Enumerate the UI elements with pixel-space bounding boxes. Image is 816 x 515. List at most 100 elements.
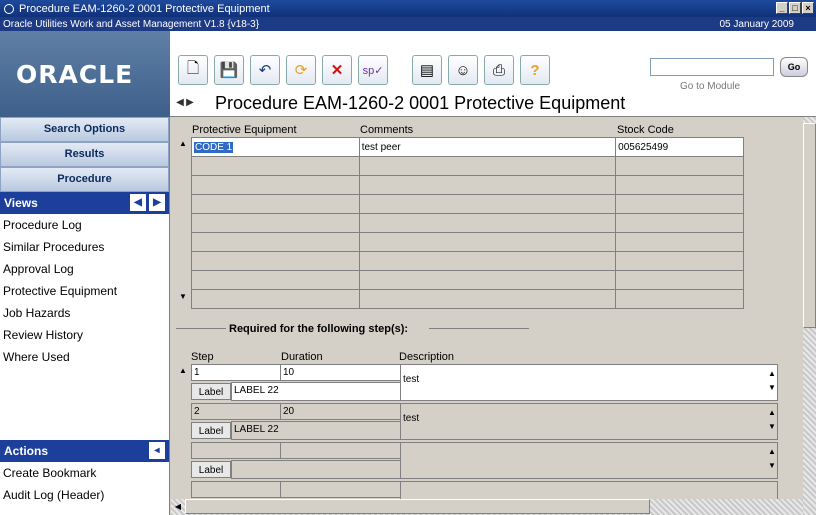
action-create-bookmark[interactable]: Create Bookmark bbox=[0, 462, 169, 484]
label-field[interactable]: LABEL 22 bbox=[231, 382, 401, 401]
table-row[interactable] bbox=[191, 213, 744, 233]
search-options-button[interactable]: Search Options bbox=[0, 117, 169, 142]
stock-code-cell[interactable] bbox=[615, 213, 744, 233]
duration-field[interactable]: 20 bbox=[280, 403, 401, 420]
views-next-icon[interactable]: ▶ bbox=[149, 194, 165, 211]
equipment-cell[interactable] bbox=[191, 175, 360, 195]
label-button[interactable]: Label bbox=[191, 461, 231, 478]
scroll-down-icon[interactable]: ▼ bbox=[765, 459, 779, 473]
scroll-thumb[interactable] bbox=[185, 499, 650, 514]
description-scrollbar[interactable]: ▲ ▼ bbox=[765, 406, 779, 438]
comments-cell[interactable] bbox=[358, 270, 617, 290]
step-field[interactable]: 2 bbox=[191, 403, 281, 420]
comments-cell[interactable] bbox=[358, 175, 617, 195]
table-row[interactable] bbox=[191, 194, 744, 214]
description-field[interactable]: test bbox=[400, 364, 778, 401]
view-approval-log[interactable]: Approval Log bbox=[0, 258, 169, 280]
next-record-icon[interactable]: ▶ bbox=[185, 97, 195, 108]
description-scrollbar[interactable]: ▲ ▼ bbox=[765, 367, 779, 399]
help-icon[interactable]: ? bbox=[520, 55, 550, 85]
step-field[interactable]: 1 bbox=[191, 364, 281, 381]
description-scrollbar[interactable]: ▲ ▼ bbox=[765, 445, 779, 477]
label-button[interactable]: Label bbox=[191, 383, 231, 400]
step-field[interactable] bbox=[191, 481, 281, 498]
main-vertical-scrollbar[interactable] bbox=[803, 117, 816, 515]
table-row[interactable]: CODE 1 test peer 005625499 bbox=[191, 137, 744, 157]
table-row[interactable] bbox=[191, 175, 744, 195]
spell-check-icon[interactable]: sp✓ bbox=[358, 55, 388, 85]
equipment-cell[interactable] bbox=[191, 232, 360, 252]
results-button[interactable]: Results bbox=[0, 142, 169, 167]
scroll-up-icon[interactable]: ▲ bbox=[176, 137, 190, 151]
description-field[interactable] bbox=[400, 481, 778, 501]
view-protective-equipment[interactable]: Protective Equipment bbox=[0, 280, 169, 302]
equipment-cell[interactable]: CODE 1 bbox=[191, 137, 360, 157]
view-procedure-log[interactable]: Procedure Log bbox=[0, 214, 169, 236]
close-icon[interactable]: × bbox=[802, 2, 814, 14]
table-row[interactable] bbox=[191, 232, 744, 252]
action-audit-log-header[interactable]: Audit Log (Header) bbox=[0, 484, 169, 506]
label-field[interactable] bbox=[231, 460, 401, 479]
equipment-cell[interactable] bbox=[191, 194, 360, 214]
new-document-icon[interactable]: 🗋 bbox=[178, 55, 208, 85]
print-icon[interactable]: ⎙ bbox=[484, 55, 514, 85]
duration-field[interactable] bbox=[280, 442, 401, 459]
scroll-up-icon[interactable]: ▲ bbox=[765, 445, 779, 459]
comments-cell[interactable] bbox=[358, 232, 617, 252]
goto-module-input[interactable] bbox=[650, 58, 774, 76]
maximize-icon[interactable]: □ bbox=[789, 2, 801, 14]
stock-code-cell[interactable]: 005625499 bbox=[615, 137, 744, 157]
duration-field[interactable] bbox=[280, 481, 401, 498]
views-previous-icon[interactable]: ◀ bbox=[130, 194, 146, 211]
equipment-grid-scrollbar[interactable]: ▲ ▼ bbox=[176, 137, 190, 304]
comments-cell[interactable]: test peer bbox=[358, 137, 617, 157]
step-field[interactable] bbox=[191, 442, 281, 459]
user-icon[interactable]: ☺ bbox=[448, 55, 478, 85]
table-row[interactable] bbox=[191, 289, 744, 309]
undo-icon[interactable]: ↶ bbox=[250, 55, 280, 85]
stock-code-cell[interactable] bbox=[615, 289, 744, 309]
comments-cell[interactable] bbox=[358, 289, 617, 309]
stock-code-cell[interactable] bbox=[615, 194, 744, 214]
table-row[interactable] bbox=[191, 270, 744, 290]
comments-cell[interactable] bbox=[358, 213, 617, 233]
equipment-cell[interactable] bbox=[191, 156, 360, 176]
label-button[interactable]: Label bbox=[191, 422, 231, 439]
description-field[interactable]: test bbox=[400, 403, 778, 440]
view-similar-procedures[interactable]: Similar Procedures bbox=[0, 236, 169, 258]
procedure-button[interactable]: Procedure bbox=[0, 167, 169, 192]
equipment-cell[interactable] bbox=[191, 270, 360, 290]
scroll-up-icon[interactable]: ▲ bbox=[765, 367, 779, 381]
description-field[interactable] bbox=[400, 442, 778, 479]
stock-code-cell[interactable] bbox=[615, 175, 744, 195]
scroll-up-icon[interactable]: ▲ bbox=[176, 364, 190, 378]
view-job-hazards[interactable]: Job Hazards bbox=[0, 302, 169, 324]
table-row[interactable] bbox=[191, 156, 744, 176]
delete-icon[interactable]: ✕ bbox=[322, 55, 352, 85]
comments-cell[interactable] bbox=[358, 194, 617, 214]
scroll-down-icon[interactable]: ▼ bbox=[765, 381, 779, 395]
scroll-left-icon[interactable]: ◀ bbox=[171, 500, 185, 514]
comments-cell[interactable] bbox=[358, 156, 617, 176]
stock-code-cell[interactable] bbox=[615, 251, 744, 271]
view-where-used[interactable]: Where Used bbox=[0, 346, 169, 368]
equipment-cell[interactable] bbox=[191, 289, 360, 309]
duration-field[interactable]: 10 bbox=[280, 364, 401, 381]
stock-code-cell[interactable] bbox=[615, 270, 744, 290]
equipment-cell[interactable] bbox=[191, 213, 360, 233]
steps-grid-scrollbar[interactable]: ▲ bbox=[176, 364, 190, 497]
scroll-down-icon[interactable]: ▼ bbox=[176, 290, 190, 304]
previous-record-icon[interactable]: ◀ bbox=[175, 97, 185, 108]
equipment-cell[interactable] bbox=[191, 251, 360, 271]
stock-code-cell[interactable] bbox=[615, 156, 744, 176]
view-review-history[interactable]: Review History bbox=[0, 324, 169, 346]
go-button[interactable]: Go bbox=[780, 57, 808, 77]
minimize-icon[interactable]: _ bbox=[776, 2, 788, 14]
save-icon[interactable]: 💾 bbox=[214, 55, 244, 85]
table-row[interactable] bbox=[191, 251, 744, 271]
comments-cell[interactable] bbox=[358, 251, 617, 271]
collapse-actions-icon[interactable]: ◂ bbox=[149, 442, 165, 459]
scroll-up-icon[interactable]: ▲ bbox=[765, 406, 779, 420]
main-horizontal-scrollbar[interactable]: ◀ bbox=[171, 499, 803, 515]
refresh-icon[interactable]: ⟳ bbox=[286, 55, 316, 85]
